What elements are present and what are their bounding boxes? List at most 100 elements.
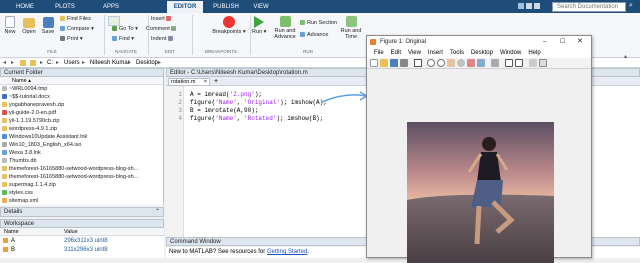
path-segment[interactable]: Users <box>64 58 80 68</box>
print-figure-icon[interactable] <box>400 59 408 67</box>
breakpoints-button[interactable]: Breakpoints ▾ <box>210 16 248 35</box>
up-folder-icon[interactable] <box>20 60 26 66</box>
goto-button[interactable]: Go To ▾ <box>112 26 138 32</box>
run-section-button[interactable]: Run Section <box>300 20 337 26</box>
file-list-item[interactable]: yogabhanepravesh.zip <box>2 102 64 109</box>
open-file-icon[interactable] <box>380 59 388 67</box>
figure-menu-view[interactable]: View <box>408 50 421 56</box>
new-button[interactable]: New <box>2 16 18 35</box>
hide-plot-tools-icon[interactable] <box>529 59 537 67</box>
tab-home[interactable]: HOME <box>8 1 42 13</box>
run-and-time-button[interactable]: Run and Time <box>338 16 364 40</box>
figure-menu-help[interactable]: Help <box>528 50 540 56</box>
zoom-out-icon[interactable] <box>437 59 445 67</box>
tab-view[interactable]: VIEW <box>246 1 276 13</box>
indent-button[interactable]: Indent <box>151 36 175 42</box>
close-icon[interactable]: ✕ <box>577 36 583 48</box>
compare-button[interactable]: Compare ▾ <box>60 26 94 32</box>
current-folder-list[interactable]: Name ▴ ~WRL0094.tmp ~$$-tutorial.docx yoga… <box>0 77 164 205</box>
new-figure-icon[interactable] <box>370 59 378 67</box>
search-icon[interactable]: ⌕ <box>629 2 633 10</box>
file-list-item[interactable]: wordpress-4.9.1.zip <box>2 126 57 133</box>
figure-canvas[interactable] <box>367 70 591 263</box>
file-list-item[interactable]: Thumbs.db <box>2 158 37 165</box>
displayed-image-yoga[interactable] <box>407 122 554 263</box>
tab-plots[interactable]: PLOTS <box>48 1 82 13</box>
expand-icon[interactable]: ⌃ <box>155 208 160 216</box>
file-list-item[interactable]: sitemap.xml <box>2 198 38 205</box>
find-button[interactable]: Find ▾ <box>112 36 134 42</box>
figure-menu-window[interactable]: Window <box>500 50 521 56</box>
getting-started-link[interactable]: Getting Started <box>267 249 307 255</box>
run-and-advance-button[interactable]: Run and Advance <box>272 16 298 40</box>
back-arrow-icon[interactable]: ◂ <box>3 58 6 68</box>
figure-menu-tools[interactable]: Tools <box>450 50 464 56</box>
nav-back-button[interactable] <box>108 16 120 26</box>
copy-icon[interactable] <box>534 3 540 9</box>
file-list-item[interactable]: ~$$-tutorial.docx <box>2 94 50 101</box>
save-button[interactable]: Save <box>40 16 56 35</box>
code-line[interactable]: B = imrotate(A,90); <box>190 107 258 115</box>
column-header-name[interactable]: Name ▴ <box>0 77 163 85</box>
comment-button[interactable]: Comment <box>146 26 178 32</box>
file-list-item[interactable]: ~WRL0094.tmp <box>2 86 47 93</box>
brush-icon[interactable] <box>477 59 485 67</box>
forward-arrow-icon[interactable]: ▸ <box>11 58 14 68</box>
edit-plot-icon[interactable] <box>414 59 422 67</box>
zoom-in-icon[interactable] <box>427 59 435 67</box>
close-tab-icon[interactable]: × <box>204 79 207 85</box>
run-button[interactable]: Run ▾ <box>252 16 266 35</box>
workspace-col-name[interactable]: Name <box>4 228 19 236</box>
workspace-row[interactable]: A 296x311x3 uint8 <box>0 237 164 245</box>
editor-tab-rotation[interactable]: rotation.m × <box>168 78 210 86</box>
file-list-item[interactable]: yii-guide-2.0-en.pdf <box>2 110 56 117</box>
figure-menu-file[interactable]: File <box>374 50 384 56</box>
code-line[interactable]: figure('Name', 'Original'); imshow(A); <box>190 99 327 107</box>
file-list-item[interactable]: yii-1.1.19.5790cb.zip <box>2 118 59 125</box>
browse-folder-icon[interactable] <box>30 60 36 66</box>
cut-icon[interactable] <box>526 3 532 9</box>
search-documentation-input[interactable]: Search Documentation <box>552 2 626 12</box>
figure-menu-desktop[interactable]: Desktop <box>471 50 493 56</box>
save-icon[interactable] <box>518 3 524 9</box>
tab-editor[interactable]: EDITOR <box>167 1 203 13</box>
file-list-item[interactable]: Windows10Update Assistant.lnk <box>2 134 87 141</box>
code-line[interactable]: figure('Name', 'Rotated'); imshow(B); <box>190 115 323 123</box>
workspace-row[interactable]: B 311x296x3 uint8 <box>0 246 164 254</box>
rotate-3d-icon[interactable] <box>457 59 465 67</box>
pan-icon[interactable] <box>447 59 455 67</box>
path-segment[interactable]: Niteesh Kumar <box>90 58 130 68</box>
figure-titlebar[interactable]: Figure 1: Original – ☐ ✕ <box>367 36 591 48</box>
tab-publish[interactable]: PUBLISH <box>208 1 244 13</box>
data-cursor-icon[interactable] <box>467 59 475 67</box>
file-list-item[interactable]: themeforest-16165880-setwood-wordpress-b… <box>2 174 138 181</box>
code-line[interactable]: A = imread('2.png'); <box>190 91 262 99</box>
path-segment[interactable]: Desktop <box>136 58 158 68</box>
figure-menu-edit[interactable]: Edit <box>391 50 401 56</box>
details-header[interactable]: Details ⌃ <box>0 207 164 217</box>
figure-window[interactable]: Figure 1: Original – ☐ ✕ File Edit View Ins… <box>366 35 592 263</box>
file-list-item[interactable]: themeforest-16165880-setwood-wordpress-b… <box>2 166 138 173</box>
figure-menu-insert[interactable]: Insert <box>428 50 443 56</box>
path-segment[interactable]: C: <box>47 58 53 68</box>
advance-button[interactable]: Advance <box>300 32 328 38</box>
quick-access-toolbar[interactable] <box>518 3 546 11</box>
tab-apps[interactable]: APPS <box>94 1 128 13</box>
insert-legend-icon[interactable] <box>515 59 523 67</box>
maximize-icon[interactable]: ☐ <box>560 36 565 48</box>
print-button[interactable]: Print ▾ <box>60 36 83 42</box>
save-figure-icon[interactable] <box>390 59 398 67</box>
new-tab-button[interactable]: + <box>212 78 220 86</box>
minimize-icon[interactable]: – <box>543 36 546 48</box>
file-list-item[interactable]: supermag.1.1.4.zip <box>2 182 56 189</box>
link-plot-icon[interactable] <box>491 59 499 67</box>
insert-colorbar-icon[interactable] <box>505 59 513 67</box>
file-list-item[interactable]: Wexa 3.8.lnk <box>2 150 41 157</box>
find-files-button[interactable]: Find Files <box>60 16 91 22</box>
file-list-item[interactable]: styles.css <box>2 190 33 197</box>
workspace-col-value[interactable]: Value <box>64 228 78 236</box>
file-list-item[interactable]: Win10_1803_English_x64.iso <box>2 142 81 149</box>
insert-button[interactable]: Insert <box>151 16 173 22</box>
show-plot-tools-icon[interactable] <box>539 59 547 67</box>
open-button[interactable]: Open <box>21 16 37 35</box>
